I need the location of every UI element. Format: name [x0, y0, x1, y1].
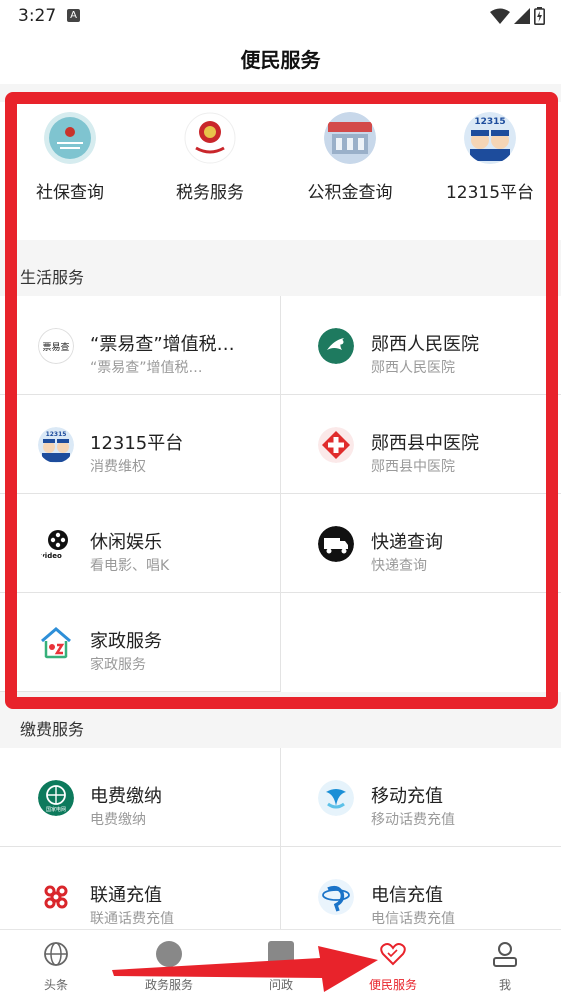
tab-label: 我 — [498, 978, 511, 992]
video-reel-icon: video — [38, 526, 74, 562]
payment-item-subtitle: 移动话费充值 — [371, 812, 455, 828]
payment-item-mobile[interactable]: 移动充值 移动话费充值 — [281, 748, 561, 847]
life-services-grid: 票易查 “票易查”增值税… “票易查”增值税… 郧西人民医院 郧西人民医院 12… — [0, 296, 561, 692]
life-item-title: 快递查询 — [371, 532, 443, 553]
delivery-truck-icon — [318, 526, 354, 562]
payment-item-title: 联通充值 — [90, 885, 162, 906]
tax-emblem-icon — [184, 112, 236, 164]
12315-icon: 12315 — [38, 427, 74, 463]
payment-item-title: 电信充值 — [371, 885, 443, 906]
life-item-subtitle: 郧西人民医院 — [371, 360, 455, 376]
life-item-subtitle: “票易查”增值税… — [90, 360, 203, 376]
svg-text:票易查: 票易查 — [42, 341, 69, 353]
housekeeping-icon — [38, 625, 74, 661]
top-service-label: 12315平台 — [445, 183, 535, 203]
svg-text:12315: 12315 — [46, 431, 67, 438]
heart-icon — [379, 940, 407, 968]
app-header: 便民服务 — [0, 34, 561, 84]
payment-item-title: 电费缴纳 — [90, 786, 162, 807]
top-service-label: 公积金查询 — [307, 183, 393, 203]
status-time: 3:27 — [18, 6, 57, 26]
svg-text:国家电网: 国家电网 — [46, 806, 66, 813]
person-icon — [491, 940, 519, 968]
life-item-tcm-hospital[interactable]: 郧西县中医院 郧西县中医院 — [281, 395, 561, 494]
top-service-label: 社保查询 — [36, 183, 104, 203]
top-service-housing-fund[interactable]: 公积金查询 — [280, 112, 420, 203]
payment-item-subtitle: 联通话费充值 — [90, 911, 174, 927]
tab-inquiry[interactable]: 问政 — [236, 940, 326, 993]
notification-badge-icon: A — [67, 9, 80, 22]
life-item-hospital[interactable]: 郧西人民医院 郧西人民医院 — [281, 296, 561, 395]
top-service-tax[interactable]: 税务服务 — [140, 112, 280, 203]
tab-label: 头条 — [43, 978, 68, 992]
life-item-title: 休闲娱乐 — [90, 532, 162, 553]
medical-cross-icon — [318, 427, 354, 463]
tab-convenience-services[interactable]: 便民服务 — [348, 940, 438, 993]
svg-text:12315: 12315 — [474, 117, 505, 127]
china-unicom-icon — [38, 879, 74, 915]
battery-icon — [534, 7, 545, 25]
life-item-subtitle: 快递查询 — [371, 558, 427, 574]
section-title-life: 生活服务 — [20, 268, 85, 287]
svg-text:video: video — [40, 552, 62, 560]
payment-services-grid: 国家电网 电费缴纳 电费缴纳 移动充值 移动话费充值 联通充值 联通话费充值 电… — [0, 748, 561, 929]
section-title-payment: 缴费服务 — [20, 720, 85, 739]
tab-government-services[interactable]: 政务服务 — [124, 940, 214, 993]
invoice-check-icon: 票易查 — [38, 328, 74, 364]
wifi-icon — [490, 8, 510, 24]
life-item-invoice-check[interactable]: 票易查 “票易查”增值税… “票易查”增值税… — [0, 296, 280, 395]
hospital-icon — [318, 328, 354, 364]
life-item-express[interactable]: 快递查询 快递查询 — [281, 494, 561, 593]
status-bar: 3:27 A — [0, 0, 561, 34]
life-item-subtitle: 郧西县中医院 — [371, 459, 455, 475]
payment-item-title: 移动充值 — [371, 786, 443, 807]
tab-label: 便民服务 — [368, 978, 417, 992]
state-grid-icon: 国家电网 — [38, 780, 74, 816]
life-item-title: 郧西县中医院 — [371, 433, 479, 454]
circle-icon — [155, 940, 183, 968]
life-item-12315[interactable]: 12315 12315平台 消费维权 — [0, 395, 280, 494]
life-item-subtitle: 看电影、唱K — [90, 558, 170, 574]
globe-icon — [42, 940, 70, 968]
china-mobile-icon — [318, 780, 354, 816]
life-item-title: 郧西人民医院 — [371, 334, 479, 355]
top-service-social-security[interactable]: 社保查询 — [0, 112, 140, 203]
top-service-label: 税务服务 — [176, 183, 244, 203]
payment-item-electricity[interactable]: 国家电网 电费缴纳 电费缴纳 — [0, 748, 280, 847]
top-services: 社保查询 税务服务 公积金查询 12315 12315平台 — [0, 102, 561, 240]
status-icons — [490, 7, 545, 25]
life-item-housekeeping[interactable]: 家政服务 家政服务 — [0, 593, 280, 692]
page-title: 便民服务 — [240, 48, 321, 72]
tab-me[interactable]: 我 — [460, 940, 550, 993]
china-telecom-icon — [318, 879, 354, 915]
signal-icon — [514, 8, 530, 24]
life-item-title: 12315平台 — [90, 433, 184, 454]
life-item-subtitle: 家政服务 — [90, 657, 146, 673]
life-item-entertainment[interactable]: video 休闲娱乐 看电影、唱K — [0, 494, 280, 593]
housing-fund-icon — [324, 112, 376, 164]
social-security-icon — [44, 112, 96, 164]
bottom-tab-bar: 头条 政务服务 问政 便民服务 我 — [0, 929, 561, 997]
main-content[interactable]: 社保查询 税务服务 公积金查询 12315 12315平台 生活服务 票易查 “… — [0, 84, 561, 929]
tab-headlines[interactable]: 头条 — [11, 940, 101, 993]
tab-label: 问政 — [268, 978, 293, 992]
12315-icon: 12315 — [464, 112, 516, 164]
life-item-title: 家政服务 — [90, 631, 162, 652]
life-item-subtitle: 消费维权 — [90, 459, 146, 475]
payment-item-subtitle: 电信话费充值 — [371, 911, 455, 927]
top-service-12315[interactable]: 12315 12315平台 — [420, 112, 560, 203]
payment-item-telecom[interactable]: 电信充值 电信话费充值 — [281, 847, 561, 929]
square-icon — [267, 940, 295, 968]
tab-label: 政务服务 — [144, 978, 193, 992]
payment-item-unicom[interactable]: 联通充值 联通话费充值 — [0, 847, 280, 929]
life-item-title: “票易查”增值税… — [90, 334, 235, 355]
payment-item-subtitle: 电费缴纳 — [90, 812, 146, 828]
